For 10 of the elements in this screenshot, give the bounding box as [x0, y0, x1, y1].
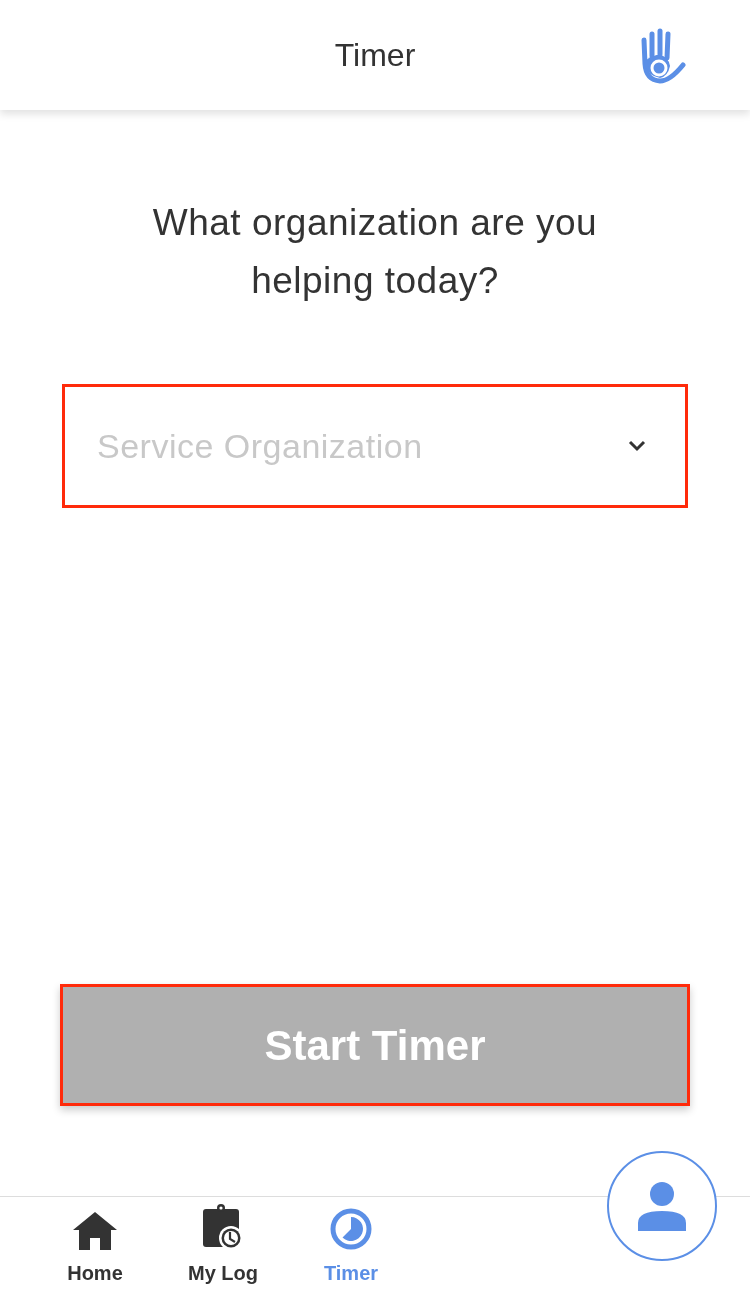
nav-tab[interactable]: My Log — [168, 1197, 278, 1294]
chevron-down-icon — [627, 440, 647, 452]
question-text: What organization are you helping today? — [151, 201, 599, 303]
home-icon — [73, 1212, 117, 1250]
timer-icon — [330, 1208, 372, 1250]
nav-tab[interactable]: Timer — [296, 1197, 406, 1294]
page-title: Timer — [334, 36, 416, 75]
hand-logo-icon — [640, 28, 686, 84]
nav-tab[interactable]: Home — [40, 1197, 150, 1294]
person-icon — [637, 1181, 687, 1231]
